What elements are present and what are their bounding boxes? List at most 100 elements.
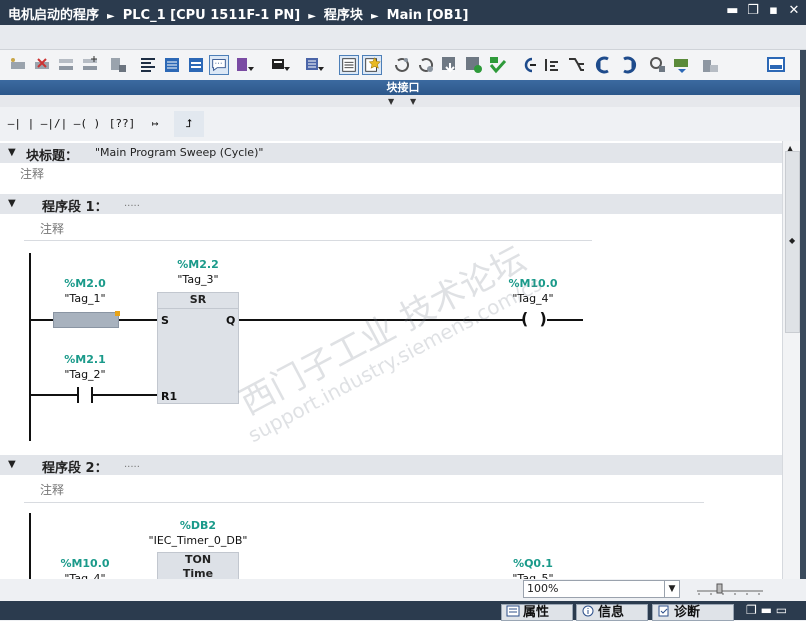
contact1-tag[interactable]: "Tag_1" bbox=[40, 292, 130, 305]
breadcrumb-main-ob1[interactable]: Main [OB1] bbox=[387, 8, 469, 23]
close-all-networks-icon[interactable] bbox=[304, 55, 324, 75]
properties-icon bbox=[506, 605, 520, 617]
vertical-scrollbar[interactable]: ▲ ◆ bbox=[782, 141, 801, 581]
layout-toggle-icon[interactable] bbox=[766, 55, 786, 75]
network-2-comment[interactable]: 注释 bbox=[40, 481, 64, 498]
window-edge bbox=[800, 50, 806, 581]
network-list-icon[interactable] bbox=[339, 55, 359, 75]
wire bbox=[31, 319, 53, 321]
sr-pin-r1: R1 bbox=[161, 390, 178, 403]
breadcrumb-project[interactable]: 电机启动的程序 bbox=[8, 8, 99, 23]
sr-address[interactable]: %M2.2 bbox=[158, 258, 238, 271]
sr-box[interactable]: SR bbox=[157, 292, 239, 404]
block-interface-bar[interactable]: 块接口 bbox=[0, 80, 806, 95]
chevron-down-icon[interactable]: ▼ bbox=[664, 581, 679, 597]
download-icon[interactable] bbox=[440, 55, 460, 75]
zoom-select[interactable]: 100% ▼ bbox=[523, 580, 680, 598]
restore-icon[interactable]: ❐ bbox=[745, 3, 761, 18]
breadcrumb-plc[interactable]: PLC_1 [CPU 1511F-1 PN] bbox=[123, 8, 301, 23]
program-editor: ▼ 块标题： "Main Program Sweep (Cycle)" 注释 ▼… bbox=[0, 141, 782, 581]
no-contact-button[interactable]: —| |— bbox=[6, 111, 36, 156]
network-1-title-placeholder[interactable]: ..... bbox=[124, 198, 140, 209]
ton-box[interactable]: TON Time bbox=[157, 552, 239, 581]
title-bar: 电机启动的程序 ► PLC_1 [CPU 1511F-1 PN] ► 程序块 ► Main … bbox=[0, 0, 806, 25]
go-to-next-error-icon[interactable] bbox=[542, 55, 562, 75]
zoom-slider[interactable] bbox=[697, 583, 763, 595]
float-icon[interactable]: ▪ bbox=[765, 3, 781, 18]
scrollbar-thumb[interactable]: ◆ bbox=[785, 151, 800, 333]
favorites-icon[interactable] bbox=[362, 55, 382, 75]
insert-row-icon[interactable] bbox=[56, 55, 76, 75]
monitoring-off-icon[interactable] bbox=[416, 55, 436, 75]
breadcrumb: 电机启动的程序 ► PLC_1 [CPU 1511F-1 PN] ► 程序块 ► Main … bbox=[8, 4, 468, 23]
output-coil-button[interactable]: —( )— bbox=[72, 111, 102, 156]
breadcrumb-separator-icon: ► bbox=[308, 11, 316, 22]
cpu-status-icon[interactable] bbox=[700, 55, 720, 75]
sr-pin-s: S bbox=[161, 314, 169, 327]
list-view-icon[interactable] bbox=[162, 55, 182, 75]
modify-value-icon[interactable] bbox=[648, 55, 668, 75]
breadcrumb-program-blocks[interactable]: 程序块 bbox=[324, 8, 363, 23]
collapse-icon[interactable]: ▼ bbox=[8, 147, 16, 158]
sr-tag[interactable]: "Tag_3" bbox=[158, 273, 238, 286]
network-1-comment[interactable]: 注释 bbox=[40, 220, 64, 237]
empty-box-button[interactable]: [??] bbox=[107, 111, 137, 137]
selection-marker bbox=[115, 311, 120, 316]
minimize-icon[interactable]: ▬ bbox=[724, 3, 740, 18]
insert-block-icon[interactable] bbox=[108, 55, 128, 75]
diagnostics-icon bbox=[658, 605, 669, 617]
info-tab-label: 信息 bbox=[598, 605, 625, 620]
open-all-networks-icon[interactable] bbox=[270, 55, 290, 75]
block-title-row: ▼ 块标题： "Main Program Sweep (Cycle)" bbox=[0, 143, 782, 164]
properties-tab[interactable]: 属性 bbox=[501, 604, 573, 621]
network-1-title[interactable]: 程序段 1： bbox=[42, 196, 108, 215]
append-row-icon[interactable] bbox=[80, 55, 100, 75]
editor-toolbar bbox=[0, 50, 806, 81]
network-2-title[interactable]: 程序段 2： bbox=[42, 457, 108, 476]
nc-contact-button[interactable]: —|/|— bbox=[39, 111, 69, 156]
watch-table-icon[interactable] bbox=[672, 55, 692, 75]
output-coil-icon[interactable]: ( ) bbox=[521, 309, 547, 328]
info-tab[interactable]: 信息 bbox=[576, 604, 648, 621]
list-view-alt-icon[interactable] bbox=[186, 55, 206, 75]
db-address[interactable]: %DB2 bbox=[148, 519, 248, 532]
collapse-interface-icon[interactable]: ▼ bbox=[410, 97, 416, 106]
collapse-icon[interactable]: ▼ bbox=[8, 459, 16, 470]
sr-name: SR bbox=[158, 293, 238, 309]
block-comment[interactable]: 注释 bbox=[20, 165, 44, 182]
collapse-icon[interactable]: ▼ bbox=[8, 198, 16, 209]
comments-toggle-icon[interactable] bbox=[209, 55, 229, 75]
go-to-previous-error-icon[interactable] bbox=[518, 55, 538, 75]
in-contact-address[interactable]: %M10.0 bbox=[40, 557, 130, 570]
inspector-window-controls[interactable]: ❐ ▬ ▭ bbox=[746, 603, 787, 617]
zoom-value: 100% bbox=[527, 582, 559, 595]
power-rail bbox=[29, 513, 31, 581]
delete-network-icon[interactable] bbox=[32, 55, 52, 75]
interface-splitter[interactable]: ▼ ▼ bbox=[0, 95, 806, 107]
contact1-address[interactable]: %M2.0 bbox=[40, 277, 130, 290]
inspector-tab-bar: 属性 信息 诊断 ❐ ▬ ▭ bbox=[0, 601, 806, 621]
open-branch-button[interactable]: ↦ bbox=[140, 111, 170, 137]
monitoring-on-icon[interactable] bbox=[392, 55, 412, 75]
compile-icon[interactable] bbox=[488, 55, 508, 75]
fold-networks-icon[interactable] bbox=[234, 55, 254, 75]
block-title-value[interactable]: "Main Program Sweep (Cycle)" bbox=[95, 146, 263, 159]
diagnostics-tab[interactable]: 诊断 bbox=[652, 604, 734, 621]
previous-block-icon[interactable] bbox=[594, 55, 614, 75]
close-icon[interactable]: ✕ bbox=[786, 3, 802, 18]
next-block-icon[interactable] bbox=[618, 55, 638, 75]
contact1-placeholder[interactable] bbox=[53, 312, 119, 328]
contact2-tag[interactable]: "Tag_2" bbox=[40, 368, 130, 381]
compare-icon[interactable] bbox=[464, 55, 484, 75]
out-coil-address[interactable]: %Q0.1 bbox=[490, 557, 576, 570]
contact2-left-icon[interactable] bbox=[77, 387, 79, 403]
close-branch-button[interactable]: ⮥ bbox=[174, 111, 204, 137]
insert-network-icon[interactable] bbox=[8, 55, 28, 75]
db-tag[interactable]: "IEC_Timer_0_DB" bbox=[138, 534, 258, 547]
expand-interface-icon[interactable]: ▼ bbox=[388, 97, 394, 106]
watermark-text: 西门子工业 技术论坛 bbox=[233, 239, 533, 424]
call-hierarchy-icon[interactable] bbox=[566, 55, 586, 75]
contact2-address[interactable]: %M2.1 bbox=[40, 353, 130, 366]
network-2-title-placeholder[interactable]: ..... bbox=[124, 459, 140, 470]
absolute-symbolic-icon[interactable] bbox=[138, 55, 158, 75]
